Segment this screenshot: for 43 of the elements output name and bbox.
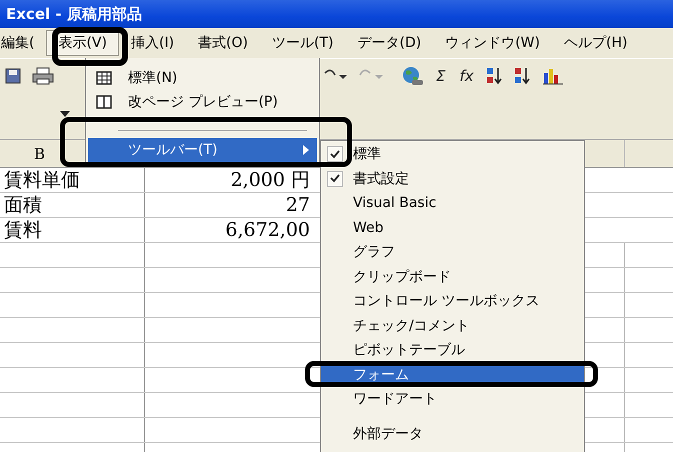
menu-item[interactable]: コントロール ツールボックス (321, 289, 584, 314)
check-icon (330, 174, 340, 184)
page-icon (96, 95, 112, 109)
table-cell-text: 6,672,00 (224, 218, 311, 242)
toolbar-button[interactable]: Σ (434, 67, 448, 85)
print-icon[interactable] (32, 67, 54, 85)
menu-item[interactable]: Web (321, 216, 584, 240)
menu-item[interactable]: ウィンドウ(W) (433, 30, 552, 56)
menu-item[interactable]: ワードアート (321, 387, 584, 412)
menu-item[interactable]: 外部データ (321, 422, 584, 446)
menu-item-label: 改ページ プレビュー(P) (127, 93, 279, 111)
menu-item[interactable]: ツール(T) (260, 30, 346, 56)
menu-item[interactable]: グラフ (321, 240, 584, 264)
table-cell-text: 2,000 円 (230, 168, 311, 192)
menu-item[interactable]: 書式設定 (321, 166, 584, 191)
toolbar-button[interactable]: fx (457, 67, 476, 85)
menu-item-label: 標準(N) (127, 69, 178, 87)
menu-item[interactable]: 書式(O) (186, 30, 260, 56)
dropdown-arrow-icon[interactable] (60, 111, 70, 117)
sort-ascending-icon[interactable] (486, 66, 504, 86)
window-title: Excel - 原稿用部品 (6, 4, 142, 24)
menu-item[interactable]: 編集( (0, 30, 46, 56)
menu-item[interactable]: 改ページ プレビュー(P) (88, 90, 317, 114)
menu-item[interactable]: 標準(N) (88, 66, 317, 90)
chart-icon[interactable] (542, 67, 564, 85)
table-cell: 賃料単価 (0, 168, 145, 192)
table-cell-text: 27 (284, 193, 311, 217)
menu-item[interactable]: ヘルプ(H) (552, 30, 640, 56)
menu-item[interactable]: チェック/コメント (321, 314, 584, 338)
menu-item[interactable]: 挿入(I) (118, 30, 186, 56)
grid-icon (96, 71, 112, 85)
menu-item[interactable]: ツールバー(T) (88, 138, 317, 162)
menu-item[interactable]: ピボットテーブル (321, 338, 584, 362)
globe-icon[interactable] (402, 66, 424, 86)
menu-item[interactable]: クリップボード (321, 264, 584, 289)
sort-descending-icon[interactable] (514, 66, 532, 86)
table-cell: 賃料 (0, 218, 145, 242)
menu-item[interactable]: Visual Basic (321, 191, 584, 216)
check-icon (330, 150, 340, 159)
menu-item[interactable]: データ(D) (345, 30, 434, 56)
table-cell: 面積 (0, 193, 145, 217)
save-icon[interactable] (4, 67, 22, 85)
menu-item[interactable]: 標準 (321, 142, 584, 166)
